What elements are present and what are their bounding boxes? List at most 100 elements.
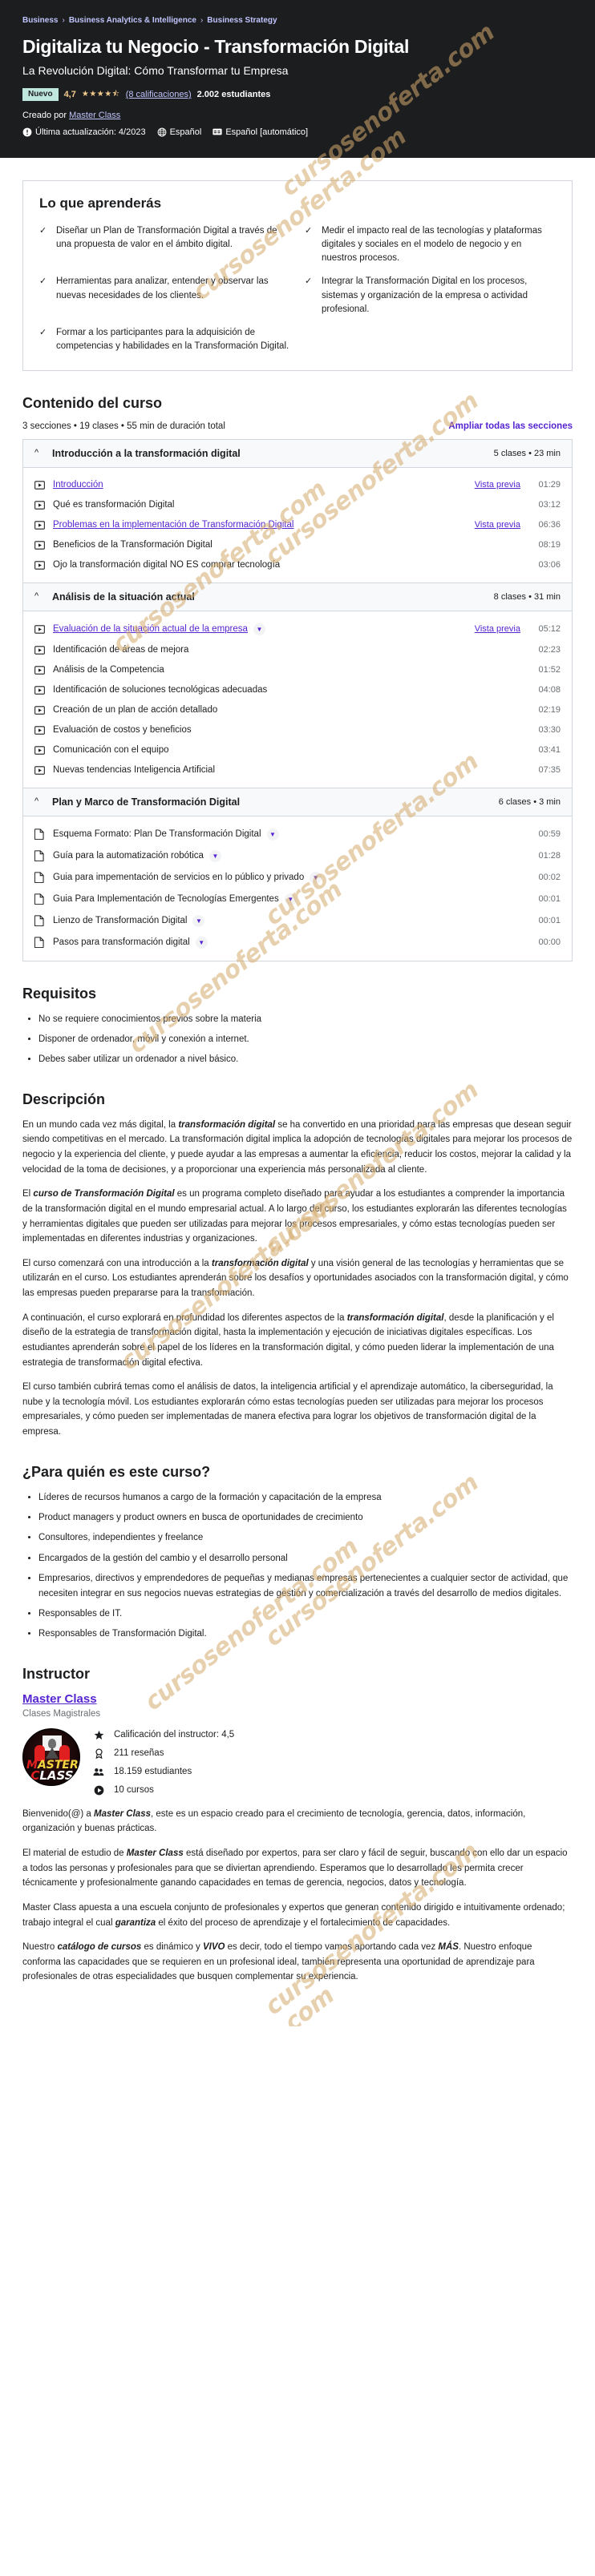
lecture-row[interactable]: Esquema Formato: Plan De Transformación … <box>23 824 572 845</box>
chevron-down-icon[interactable]: ▼ <box>253 623 265 635</box>
lecture-row[interactable]: Evaluación de la situación actual de la … <box>23 619 572 640</box>
lecture-row[interactable]: Identificación de áreas de mejora 02:23 <box>23 640 572 660</box>
course-section-body: Evaluación de la situación actual de la … <box>23 611 572 788</box>
audience-title: ¿Para quién es este curso? <box>22 1463 211 1480</box>
lecture-row[interactable]: Pasos para transformación digital ▼ 00:00 <box>23 932 572 953</box>
lecture-title: Guia para impementación de servicios en … <box>53 873 305 883</box>
instructor-bio-paragraph: El material de estudio de Master Class e… <box>22 1848 568 1889</box>
breadcrumb-item-0[interactable]: Business <box>22 16 58 25</box>
course-hero: Business › Business Analytics & Intellig… <box>0 0 595 158</box>
status-badge: Nuevo <box>22 88 59 102</box>
preview-link[interactable]: Vista previa <box>475 520 520 530</box>
learn-item: ✓ Herramientas para analizar, entender y… <box>39 275 290 316</box>
chevron-down-icon[interactable]: ▼ <box>266 828 279 841</box>
students-count: 2.002 estudiantes <box>196 90 271 100</box>
breadcrumb-item-2[interactable]: Business Strategy <box>207 16 277 25</box>
audience-item: Líderes de recursos humanos a cargo de l… <box>38 1490 573 1505</box>
check-icon: ✓ <box>39 328 47 338</box>
document-icon <box>34 937 45 949</box>
language-label: Español <box>169 127 202 137</box>
description-paragraph: El curso comenzará con una introducción … <box>22 1258 569 1299</box>
lecture-title-wrap: Pasos para transformación digital ▼ <box>53 936 512 949</box>
lecture-duration: 07:35 <box>538 765 561 776</box>
audience-item: Responsables de IT. <box>38 1606 573 1621</box>
lecture-row[interactable]: Evaluación de costos y beneficios 03:30 <box>23 720 572 740</box>
video-icon <box>34 645 45 655</box>
lecture-duration: 00:01 <box>538 894 561 905</box>
lecture-title: Análisis de la Competencia <box>53 665 164 675</box>
chevron-down-icon[interactable]: ▼ <box>208 849 221 862</box>
lecture-row[interactable]: Beneficios de la Transformación Digital 0… <box>23 535 572 555</box>
chevron-down-icon[interactable]: ▼ <box>310 871 322 884</box>
expand-all-sections-button[interactable]: Ampliar todas las secciones <box>448 421 573 431</box>
page-title: Digitaliza tu Negocio - Transformación D… <box>22 36 410 57</box>
created-by-label: Creado por <box>22 110 67 120</box>
lecture-title-wrap: Identificación de áreas de mejora <box>53 645 512 655</box>
lecture-title[interactable]: Introducción <box>53 480 103 490</box>
document-icon <box>34 872 45 884</box>
check-icon: ✓ <box>305 225 313 236</box>
chevron-down-icon[interactable]: ▼ <box>284 893 297 905</box>
chevron-down-icon[interactable]: ▼ <box>195 936 208 949</box>
lecture-row[interactable]: Guia para impementación de servicios en … <box>23 867 572 889</box>
course-section-header[interactable]: ^ Plan y Marco de Transformación Digital 6… <box>23 788 572 816</box>
learn-item: ✓ Formar a los participantes para la adq… <box>39 326 290 354</box>
breadcrumb: Business › Business Analytics & Intellig… <box>22 16 573 25</box>
description-title: Descripción <box>22 1090 106 1107</box>
lecture-row[interactable]: Problemas en la implementación de Transf… <box>23 515 572 535</box>
course-section-header[interactable]: ^ Introducción a la transformación digita… <box>23 439 572 468</box>
course-section-header[interactable]: ^ Análisis de la situación actual 8 clases… <box>23 583 572 611</box>
lecture-duration: 03:30 <box>538 725 561 736</box>
lecture-row[interactable]: Análisis de la Competencia 01:52 <box>23 660 572 680</box>
video-icon <box>34 520 45 530</box>
lecture-title: Guia Para Implementación de Tecnologías … <box>53 894 279 905</box>
lecture-row[interactable]: Guia Para Implementación de Tecnologías … <box>23 889 572 910</box>
lecture-title-wrap: Creación de un plan de acción detallado <box>53 705 512 715</box>
lecture-title: Evaluación de costos y beneficios <box>53 725 192 736</box>
audience-list: Líderes de recursos humanos a cargo de l… <box>22 1490 573 1642</box>
lecture-row[interactable]: Creación de un plan de acción detallado 0… <box>23 700 572 720</box>
course-content-meta: 3 secciones • 19 clases • 55 min de dura… <box>22 421 573 431</box>
course-section-body: Introducción Vista previa 01:29 Qué es tran… <box>23 468 572 583</box>
lecture-row[interactable]: Qué es transformación Digital 03:12 <box>23 495 572 515</box>
award-icon <box>93 1748 104 1759</box>
breadcrumb-item-1[interactable]: Business Analytics & Intelligence <box>69 16 196 25</box>
lecture-duration: 08:19 <box>538 540 561 550</box>
learn-item-label: Medir el impacto real de las tecnologías… <box>322 225 542 264</box>
chevron-down-icon[interactable]: ▼ <box>192 914 205 927</box>
star-rating-icon: ★★★★⯪ <box>81 89 120 99</box>
globe-icon <box>157 127 167 137</box>
lecture-row[interactable]: Introducción Vista previa 01:29 <box>23 475 572 495</box>
instructor-stat: 211 reseñas <box>93 1748 234 1759</box>
lecture-title-wrap: Comunicación con el equipo <box>53 745 512 755</box>
course-subtitle: La Revolución Digital: Cómo Transformar … <box>22 64 289 78</box>
lecture-title[interactable]: Problemas en la implementación de Transf… <box>53 520 293 530</box>
last-update-meta: Última actualización: 4/2023 <box>22 127 146 137</box>
instructor-stats: Calificación del instructor: 4,5 211 res… <box>93 1728 234 1796</box>
video-icon <box>34 745 45 756</box>
instructor-name-link[interactable]: Master Class <box>22 1692 97 1706</box>
instructor-link[interactable]: Master Class <box>69 111 120 120</box>
ratings-count-link[interactable]: (8 calificaciones) <box>126 90 192 99</box>
lecture-row[interactable]: Comunicación con el equipo 03:41 <box>23 740 572 760</box>
lecture-row[interactable]: Guía para la automatización robótica ▼ 01:… <box>23 845 572 867</box>
preview-link[interactable]: Vista previa <box>475 624 520 634</box>
chevron-up-icon: ^ <box>34 591 39 602</box>
course-section-body: Esquema Formato: Plan De Transformación … <box>23 816 572 961</box>
lecture-row[interactable]: Identificación de soluciones tecnológica… <box>23 680 572 700</box>
preview-link[interactable]: Vista previa <box>475 480 520 490</box>
lecture-row[interactable]: Lienzo de Transformación Digital ▼ 00:01 <box>23 910 572 932</box>
lecture-row[interactable]: Nuevas tendencias Inteligencia Artificia… <box>23 760 572 780</box>
requirements-list: No se requiere conocimientos previos sob… <box>22 1012 573 1067</box>
lecture-title: Creación de un plan de acción detallado <box>53 705 218 716</box>
chevron-up-icon: ^ <box>34 448 39 458</box>
audience-item: Encargados de la gestión del cambio y el… <box>38 1551 573 1566</box>
requirement-item: Debes saber utilizar un ordenador a nive… <box>38 1052 573 1066</box>
what-you-will-learn-title: Lo que aprenderás <box>39 195 162 211</box>
lecture-duration: 04:08 <box>538 685 561 695</box>
avatar-text-bottom: CLASS <box>30 1768 74 1783</box>
lecture-title[interactable]: Evaluación de la situación actual de la … <box>53 624 248 634</box>
lecture-title-wrap: Ojo la transformación digital NO ES comp… <box>53 560 512 570</box>
course-section-meta: 6 clases • 3 min <box>498 796 561 807</box>
lecture-row[interactable]: Ojo la transformación digital NO ES comp… <box>23 555 572 575</box>
